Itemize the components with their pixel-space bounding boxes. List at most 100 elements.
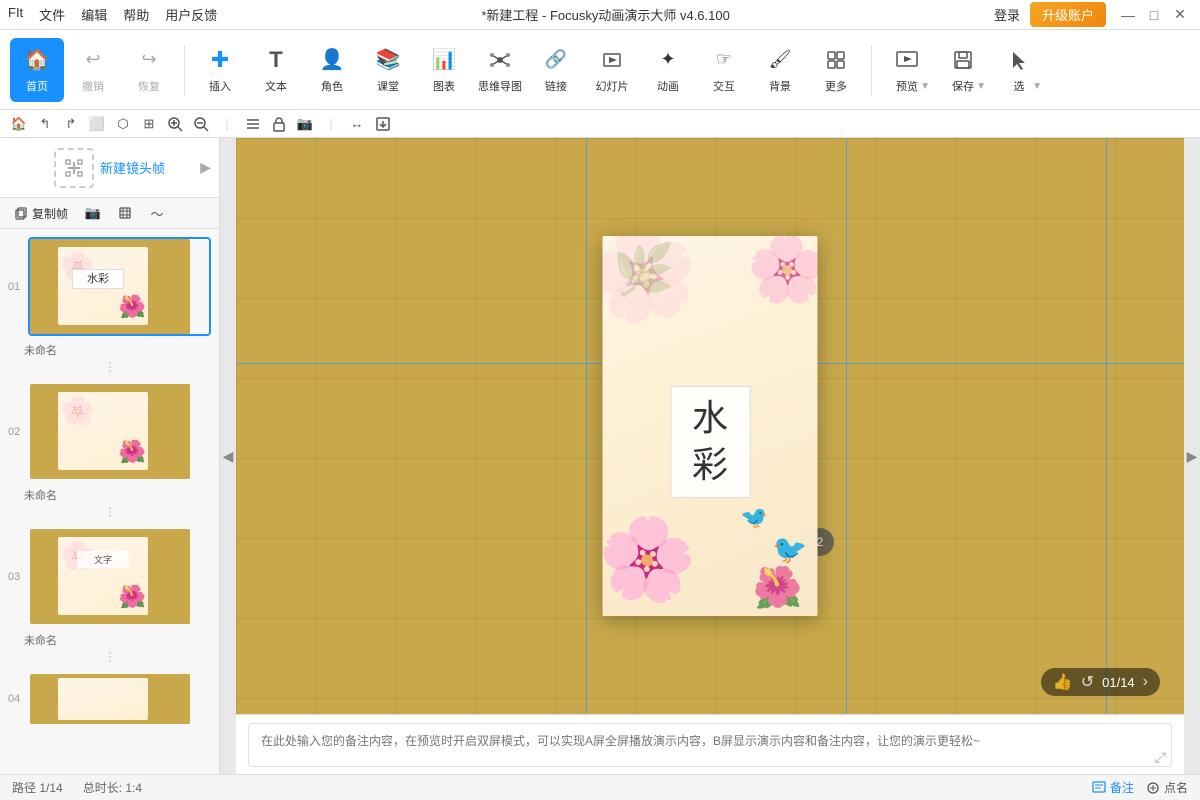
tb2-hex-btn[interactable]: ⬡: [112, 113, 134, 135]
lesson-icon: 📚: [374, 46, 402, 74]
right-panel-toggle[interactable]: ▶: [1184, 138, 1200, 774]
slide-number-02: 02: [8, 426, 28, 438]
tool-role[interactable]: 👤 角色: [305, 38, 359, 102]
slide-text-box[interactable]: 水 彩: [670, 386, 750, 498]
tool-home[interactable]: 🏠 首页: [10, 38, 64, 102]
toolbar-group-preview: 预览 ▼ 保存 ▼ 选 ▼: [880, 35, 1046, 105]
slide-thumb-03[interactable]: 🌸 🌺 文字: [28, 527, 211, 626]
tb2-lock-btn[interactable]: [268, 113, 290, 135]
tb2-frame-btn[interactable]: ⬜: [86, 113, 108, 135]
upgrade-button[interactable]: 升级账户: [1030, 2, 1106, 27]
toolbar-group-insert: ✚ 插入 T 文本 👤 角色 📚 课堂 📊 图表 思维导图 🔗 链接: [193, 35, 863, 105]
select-icon: [1005, 46, 1033, 74]
canvas-main[interactable]: 1 2 🌸 🌸 🌿 水 彩 🌸 🐦 🐦 🌺: [236, 138, 1184, 714]
text-icon: T: [262, 46, 290, 74]
slide-thumb-01[interactable]: 🌸 🌺 水彩: [28, 237, 211, 336]
tool-insert[interactable]: ✚ 插入: [193, 38, 247, 102]
animation-icon: ✦: [654, 46, 682, 74]
mindmap-icon: [486, 46, 514, 74]
canvas-area: 1 2 🌸 🌸 🌿 水 彩 🌸 🐦 🐦 🌺: [236, 138, 1184, 774]
notes-input[interactable]: [248, 723, 1172, 767]
tool-lesson[interactable]: 📚 课堂: [361, 38, 415, 102]
counter-prev[interactable]: 👍: [1053, 672, 1073, 692]
tool-preview[interactable]: 预览 ▼: [880, 38, 934, 102]
guide-v2: [846, 138, 847, 714]
tool-undo[interactable]: ↩ 撤销: [66, 38, 120, 102]
slide-thumb-04[interactable]: [28, 672, 211, 726]
left-panel-toggle[interactable]: ◀: [220, 138, 236, 774]
wave-button[interactable]: 〜: [144, 202, 170, 224]
tool-select[interactable]: 选 ▼: [992, 38, 1046, 102]
tool-redo[interactable]: ↪ 恢复: [122, 38, 176, 102]
tb2-home-btn[interactable]: 🏠: [8, 113, 30, 135]
bg-icon: 🖌: [766, 46, 794, 74]
counter-next[interactable]: ›: [1143, 673, 1148, 691]
statusbar: 路径 1/14 总时长: 1:4 备注 点名: [0, 774, 1200, 800]
tool-slide[interactable]: 幻灯片: [585, 38, 639, 102]
annotation-button[interactable]: 备注: [1092, 779, 1134, 796]
guide-v3: [1106, 138, 1107, 714]
slide-thumb-02[interactable]: 🌸 🌺: [28, 382, 211, 481]
tool-text[interactable]: T 文本: [249, 38, 303, 102]
tool-select-label: 选: [1014, 78, 1025, 94]
tool-link[interactable]: 🔗 链接: [529, 38, 583, 102]
tool-animation[interactable]: ✦ 动画: [641, 38, 695, 102]
crop-button[interactable]: [112, 202, 138, 224]
save-icon: [949, 46, 977, 74]
tb2-export-btn[interactable]: [372, 113, 394, 135]
new-frame-button[interactable]: 新建镜头帧 ▶: [0, 138, 219, 198]
counter-refresh[interactable]: ↺: [1081, 672, 1094, 692]
status-duration: 总时长: 1:4: [83, 779, 142, 796]
slide-item-02[interactable]: 02 🌸 🌺: [0, 378, 219, 485]
guide-v1: [586, 138, 587, 714]
slide-number-04: 04: [8, 693, 28, 705]
menu-help[interactable]: 帮助: [123, 5, 149, 24]
tb2-back-btn[interactable]: ↰: [34, 113, 56, 135]
tool-bg[interactable]: 🖌 背景: [753, 38, 807, 102]
tb2-arrows-btn[interactable]: ↔: [346, 113, 368, 135]
tb2-align-btn[interactable]: [242, 113, 264, 135]
close-button[interactable]: ✕: [1168, 3, 1192, 27]
new-frame-label: 新建镜头帧: [100, 158, 165, 177]
copy-frame-button[interactable]: 复制帧: [8, 202, 74, 224]
tool-chart[interactable]: 📊 图表: [417, 38, 471, 102]
screenshot-button[interactable]: 📷: [80, 202, 106, 224]
slide-number-01: 01: [8, 281, 28, 293]
tool-more[interactable]: 更多: [809, 38, 863, 102]
main-toolbar: 🏠 首页 ↩ 撤销 ↪ 恢复 ✚ 插入 T 文本 👤 角色 📚 课堂: [0, 30, 1200, 110]
titlebar-menu: FIt 文件 编辑 帮助 用户反馈: [8, 5, 217, 24]
tool-role-label: 角色: [321, 78, 343, 94]
notes-expand-button[interactable]: ⤢: [1155, 749, 1166, 766]
slide-item-03[interactable]: 03 🌸 🌺 文字: [0, 523, 219, 630]
tb2-forward-btn[interactable]: ↱: [60, 113, 82, 135]
tool-interact[interactable]: ☞ 交互: [697, 38, 751, 102]
toolbar-divider-1: [184, 45, 185, 95]
role-icon: 👤: [318, 46, 346, 74]
window-title: *新建工程 - Focusky动画演示大师 v4.6.100: [217, 5, 994, 24]
tool-animation-label: 动画: [657, 78, 679, 94]
maximize-button[interactable]: □: [1142, 3, 1166, 27]
annotation-label: 备注: [1110, 779, 1134, 796]
tool-save[interactable]: 保存 ▼: [936, 38, 990, 102]
tb2-camera-btn[interactable]: 📷: [294, 113, 316, 135]
menu-feedback[interactable]: 用户反馈: [165, 5, 217, 24]
menu-edit[interactable]: 编辑: [81, 5, 107, 24]
menu-file[interactable]: 文件: [39, 5, 65, 24]
tool-link-label: 链接: [545, 78, 567, 94]
tb2-zoomout-btn[interactable]: [190, 113, 212, 135]
bookmark-button[interactable]: 点名: [1146, 779, 1188, 796]
separator-03-04: [0, 648, 219, 668]
menu-fit[interactable]: FIt: [8, 5, 23, 24]
more-icon: [822, 46, 850, 74]
tool-text-label: 文本: [265, 78, 287, 94]
tb2-zoomin-btn[interactable]: [164, 113, 186, 135]
tool-mindmap[interactable]: 思维导图: [473, 38, 527, 102]
tb2-grid-btn[interactable]: ⊞: [138, 113, 160, 135]
tool-save-label: 保存: [952, 78, 974, 94]
slide-thumb-inner-02: 🌸 🌺: [30, 384, 190, 479]
main-slide-card[interactable]: 🌸 🌸 🌿 水 彩 🌸 🐦 🐦 🌺: [603, 236, 818, 616]
minimize-button[interactable]: —: [1116, 3, 1140, 27]
slide-item-04[interactable]: 04: [0, 668, 219, 730]
login-button[interactable]: 登录: [994, 5, 1020, 24]
slide-item-01[interactable]: 01 🌸 🌺 水彩: [0, 233, 219, 340]
